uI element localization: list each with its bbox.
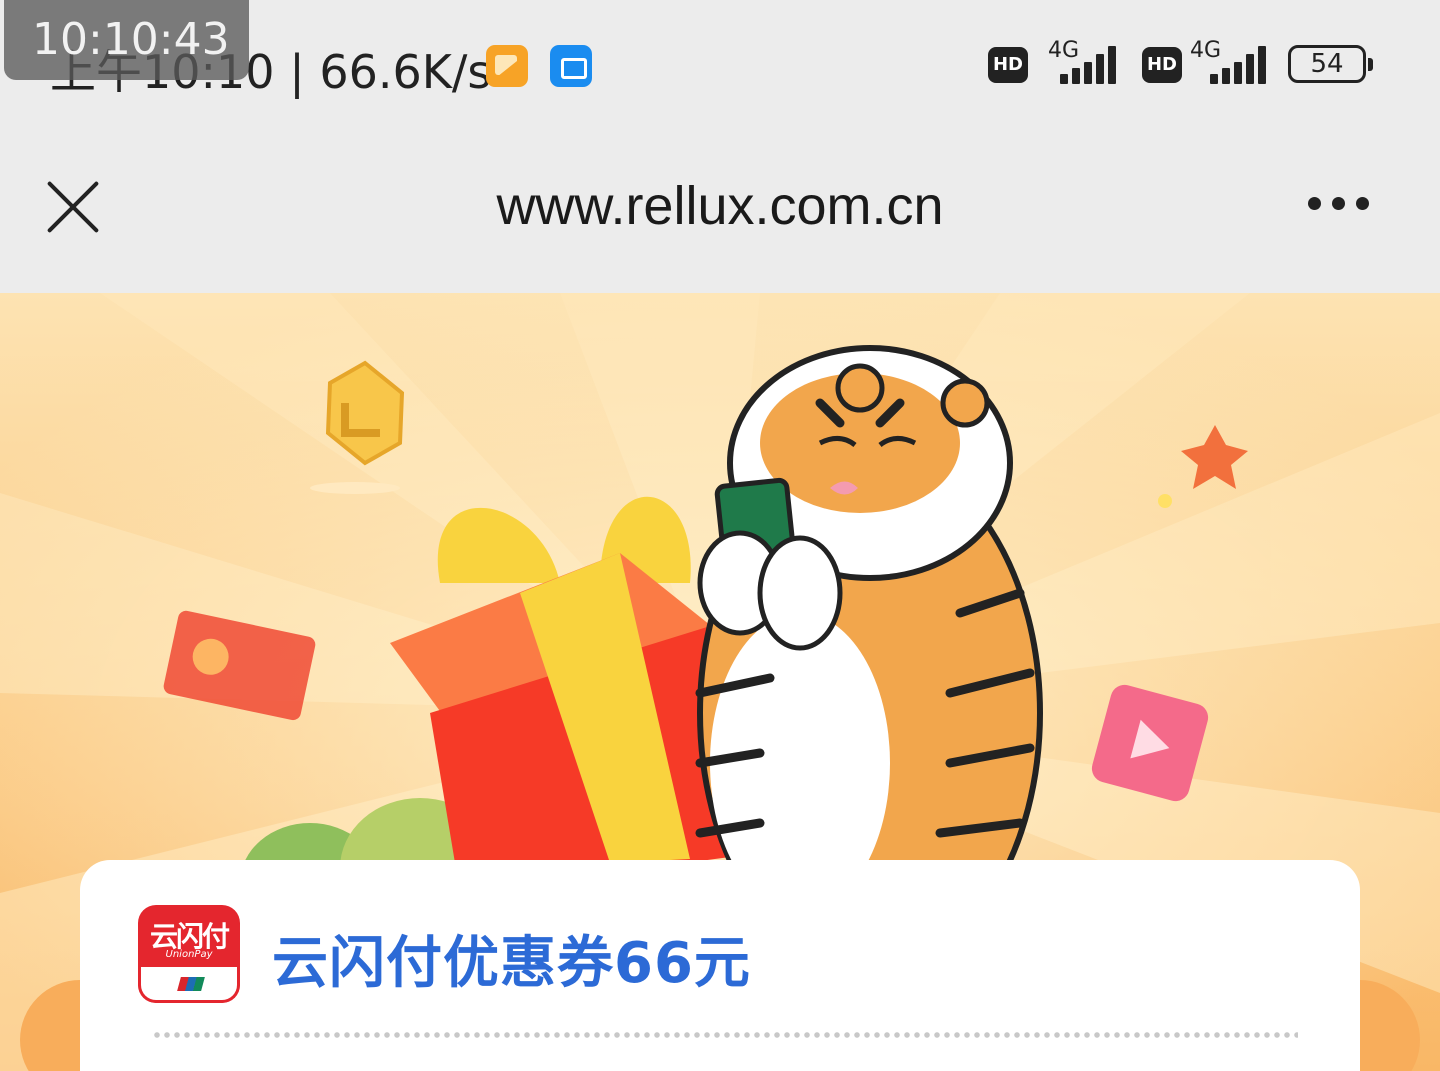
hd-badge-2: HD bbox=[1142, 47, 1182, 83]
more-icon[interactable] bbox=[1300, 197, 1380, 213]
battery-icon: 54 bbox=[1288, 45, 1373, 83]
print-icon bbox=[550, 45, 592, 87]
browser-nav-bar: www.rellux.com.cn bbox=[0, 135, 1440, 293]
network-speed: 66.6K/s bbox=[319, 45, 492, 99]
coupon-title: 云闪付优惠券66元 bbox=[272, 931, 751, 996]
status-bar: 上午10:10 | 66.6K/s HD 4G HD 4G 54 10:10:4… bbox=[0, 0, 1440, 135]
signal-icon-2 bbox=[1210, 44, 1280, 84]
unionpay-icon bbox=[138, 967, 240, 1003]
logo-subtext: UnionPay bbox=[165, 949, 213, 960]
gallery-icon bbox=[486, 45, 528, 87]
dotted-divider bbox=[152, 1032, 1298, 1038]
unionpay-logo: 云闪付 UnionPay bbox=[138, 905, 240, 1003]
hd-badge-1: HD bbox=[988, 47, 1028, 83]
page-url: www.rellux.com.cn bbox=[496, 176, 944, 236]
screen-record-timer: 10:10:43 bbox=[4, 0, 249, 80]
signal-icon bbox=[1060, 44, 1130, 84]
